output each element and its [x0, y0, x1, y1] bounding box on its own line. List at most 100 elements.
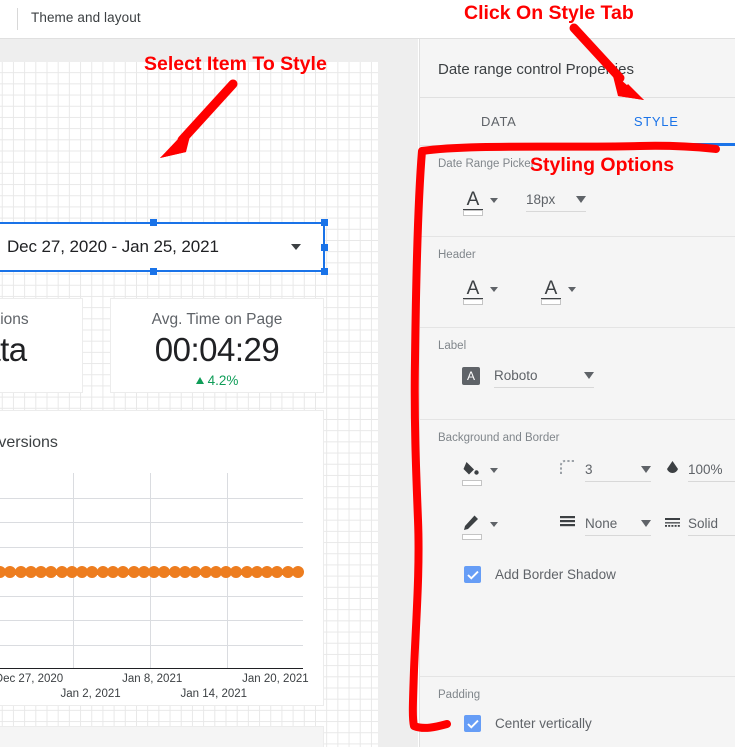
font-size-value: 18px — [526, 192, 556, 207]
font-size-select[interactable]: 18px — [526, 188, 586, 212]
chevron-down-icon[interactable] — [576, 196, 586, 203]
border-style-control[interactable]: Solid — [665, 512, 735, 536]
annotation-text-select-item: Select Item To Style — [144, 53, 327, 75]
chart-x-axis-tick-label: Jan 20, 2021 — [242, 673, 309, 685]
chevron-down-icon[interactable] — [641, 520, 651, 527]
chart-gridline-horizontal — [0, 522, 303, 523]
theme-and-layout-button[interactable]: Theme and layout — [31, 10, 141, 25]
table-header-background — [0, 727, 323, 747]
pencil-icon — [462, 514, 484, 540]
border-style-select[interactable]: Solid — [688, 512, 735, 536]
chart-gridline-horizontal — [0, 620, 303, 621]
scorecard-title: Avg. Time on Page — [151, 311, 283, 328]
resize-handle-top-right[interactable] — [321, 219, 328, 226]
toolbar-divider — [17, 8, 18, 30]
resize-handle-bottom-right[interactable] — [321, 268, 328, 275]
section-label-font: Label A Roboto — [420, 328, 735, 420]
chevron-down-icon[interactable] — [490, 521, 498, 527]
chevron-down-icon[interactable] — [490, 286, 498, 292]
opacity-control[interactable]: 100% — [665, 458, 735, 482]
add-border-shadow-row[interactable]: Add Border Shadow — [464, 566, 616, 583]
chevron-down-icon[interactable] — [490, 197, 498, 203]
chart-title: Conversions — [0, 434, 58, 451]
resize-handle-bottom-center[interactable] — [150, 268, 157, 275]
border-weight-select[interactable]: None — [585, 512, 651, 536]
border-radius-control[interactable]: 3 — [560, 458, 651, 482]
section-label: Background and Border — [438, 432, 560, 444]
add-border-shadow-label: Add Border Shadow — [495, 567, 616, 582]
panel-tabs: DATA STYLE — [420, 98, 735, 146]
report-canvas[interactable]: Dec 27, 2020 - Jan 25, 2021 mpletions — [0, 39, 418, 747]
background-row: 3 100% — [462, 458, 735, 486]
font-color-picker[interactable]: A — [462, 190, 498, 216]
section-header: Header A A — [420, 237, 735, 328]
scorecard-goal-completions[interactable]: mpletions data — [0, 298, 83, 393]
opacity-value: 100% — [688, 462, 723, 477]
opacity-drop-icon — [665, 460, 680, 481]
text-highlight-color-icon: A — [540, 279, 562, 305]
opacity-select[interactable]: 100% — [688, 458, 735, 482]
canvas-page-grid[interactable]: Dec 27, 2020 - Jan 25, 2021 mpletions — [0, 62, 378, 747]
chevron-down-icon[interactable] — [490, 467, 498, 473]
panel-header: Date range control Properties — [420, 39, 735, 98]
label-font-controls: A Roboto — [462, 364, 594, 388]
center-vertically-row[interactable]: Center vertically — [464, 715, 592, 732]
date-range-control-box[interactable]: Dec 27, 2020 - Jan 25, 2021 — [0, 223, 324, 271]
border-row: None Solid — [462, 512, 735, 540]
chevron-down-icon[interactable] — [568, 286, 576, 292]
header-background-color-picker[interactable]: A — [540, 279, 576, 305]
border-weight-value: None — [585, 516, 618, 531]
tab-data[interactable]: DATA — [420, 98, 578, 145]
tab-style[interactable]: STYLE — [577, 98, 735, 146]
scorecard-delta-value: 4.2% — [207, 373, 239, 388]
center-vertically-label: Center vertically — [495, 716, 592, 731]
chart-gridline-horizontal — [0, 644, 303, 646]
arrow-up-icon — [195, 377, 204, 384]
font-family-value: Roboto — [494, 368, 538, 383]
date-range-value: Dec 27, 2020 - Jan 25, 2021 — [7, 237, 219, 256]
background-color-picker[interactable] — [462, 460, 498, 486]
center-vertically-checkbox[interactable] — [464, 715, 481, 732]
chart-x-axis-tick-label: Dec 27, 2020 — [0, 673, 64, 685]
selection-edge-bottom — [0, 270, 324, 272]
chart-plot-area: 0,000%5,000%0%5,000%10,00… — [0, 473, 304, 669]
chart-gridline-horizontal — [0, 497, 303, 499]
section-label: Padding — [438, 689, 481, 701]
border-weight-icon — [560, 515, 575, 534]
chart-x-axis-tick-label: Jan 2, 2021 — [60, 688, 121, 700]
font-family-select[interactable]: Roboto — [494, 364, 594, 388]
border-color-picker[interactable] — [462, 514, 498, 540]
chart-x-axis-tick-label: Jan 14, 2021 — [180, 688, 248, 700]
chart-gridline-horizontal — [0, 546, 303, 548]
chart-gridline-horizontal — [0, 595, 303, 597]
header-controls: A A — [462, 279, 576, 305]
annotation-text-click-style-tab: Click On Style Tab — [464, 2, 634, 24]
scorecard-delta: 4.2% — [195, 373, 239, 388]
font-family-icon: A — [462, 367, 480, 385]
add-border-shadow-checkbox[interactable] — [464, 566, 481, 583]
chart-data-point — [292, 566, 304, 578]
text-color-icon: A — [462, 279, 484, 305]
annotation-text-styling-options: Styling Options — [530, 154, 675, 176]
selection-edge-top — [0, 222, 324, 224]
chevron-down-icon[interactable] — [584, 372, 594, 379]
date-range-control[interactable]: Dec 27, 2020 - Jan 25, 2021 — [0, 219, 328, 275]
section-label: Header — [438, 249, 476, 261]
table-card-conversions[interactable]: Conversions n Goal Conversion Rate Goal … — [0, 726, 324, 747]
border-radius-icon — [560, 460, 575, 480]
resize-handle-middle-right[interactable] — [321, 244, 328, 251]
paint-bucket-icon — [462, 460, 484, 486]
section-padding: Padding Center vertically Left Right 24p… — [420, 677, 735, 747]
scorecard-title: mpletions — [0, 311, 29, 328]
border-radius-select[interactable]: 3 — [585, 458, 651, 482]
header-font-color-picker[interactable]: A — [462, 279, 498, 305]
scorecard-avg-time-on-page[interactable]: Avg. Time on Page 00:04:29 4.2% — [110, 298, 324, 393]
resize-handle-top-center[interactable] — [150, 219, 157, 226]
chevron-down-icon[interactable] — [291, 244, 301, 250]
panel-title: Date range control Properties — [438, 61, 634, 78]
section-label: Date Range Picker — [438, 158, 535, 170]
app-root: Theme and layout Dec 27, 2020 - Jan 25, … — [0, 0, 735, 747]
border-weight-control[interactable]: None — [560, 512, 651, 536]
chart-card-conversions[interactable]: Conversions 0,000%5,000%0%5,000%10,00… D… — [0, 410, 324, 706]
chevron-down-icon[interactable] — [641, 466, 651, 473]
